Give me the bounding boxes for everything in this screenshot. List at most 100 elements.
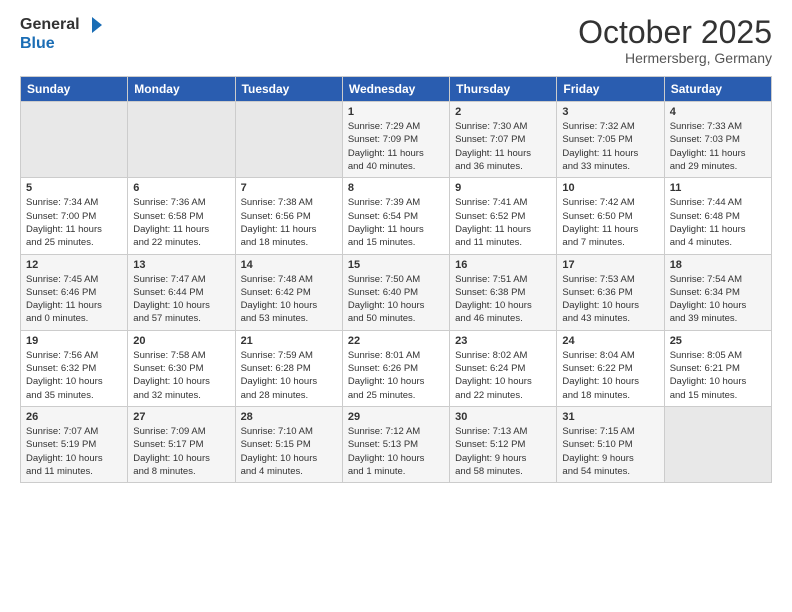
header-saturday: Saturday (664, 77, 771, 102)
day-info: Sunrise: 7:10 AM Sunset: 5:15 PM Dayligh… (241, 425, 337, 478)
calendar-week-2: 12 Sunrise: 7:45 AM Sunset: 6:46 PM Dayli… (21, 254, 772, 330)
table-row (21, 102, 128, 178)
table-row: 11Sunrise: 7:44 AM Sunset: 6:48 PM Dayli… (664, 178, 771, 254)
day-number: 28 (241, 411, 337, 423)
day-number: 26 (26, 411, 122, 423)
table-row: 15 Sunrise: 7:50 AM Sunset: 6:40 PM Dayli… (342, 254, 449, 330)
calendar-header-row: Sunday Monday Tuesday Wednesday Thursday… (21, 77, 772, 102)
day-info: Sunrise: 7:09 AM Sunset: 5:17 PM Dayligh… (133, 425, 229, 478)
day-number: 3 (562, 106, 658, 118)
day-info: Sunrise: 7:47 AM Sunset: 6:44 PM Dayligh… (133, 273, 229, 326)
day-number: 9 (455, 182, 551, 194)
day-number: 31 (562, 411, 658, 423)
logo-bird-icon (82, 15, 102, 35)
month-title: October 2025 (578, 15, 772, 50)
table-row: 8 Sunrise: 7:39 AM Sunset: 6:54 PM Daylig… (342, 178, 449, 254)
table-row: 28 Sunrise: 7:10 AM Sunset: 5:15 PM Dayli… (235, 406, 342, 482)
day-number: 27 (133, 411, 229, 423)
day-info: Sunrise: 7:58 AM Sunset: 6:30 PM Dayligh… (133, 349, 229, 402)
calendar-week-3: 19 Sunrise: 7:56 AM Sunset: 6:32 PM Dayli… (21, 330, 772, 406)
day-number: 20 (133, 335, 229, 347)
table-row: 31 Sunrise: 7:15 AM Sunset: 5:10 PM Dayli… (557, 406, 664, 482)
day-info: Sunrise: 7:50 AM Sunset: 6:40 PM Dayligh… (348, 273, 444, 326)
table-row: 4 Sunrise: 7:33 AM Sunset: 7:03 PM Daylig… (664, 102, 771, 178)
day-number: 21 (241, 335, 337, 347)
day-info: Sunrise: 7:12 AM Sunset: 5:13 PM Dayligh… (348, 425, 444, 478)
day-number: 30 (455, 411, 551, 423)
day-info: Sunrise: 7:33 AM Sunset: 7:03 PM Dayligh… (670, 120, 766, 173)
day-number: 24 (562, 335, 658, 347)
day-number: 8 (348, 182, 444, 194)
page: General Blue October 2025 Hermersberg, G… (0, 0, 792, 612)
table-row: 25 Sunrise: 8:05 AM Sunset: 6:21 PM Dayli… (664, 330, 771, 406)
table-row: 29 Sunrise: 7:12 AM Sunset: 5:13 PM Dayli… (342, 406, 449, 482)
day-info: Sunrise: 7:48 AM Sunset: 6:42 PM Dayligh… (241, 273, 337, 326)
day-info: Sunrise: 7:56 AM Sunset: 6:32 PM Dayligh… (26, 349, 122, 402)
day-number: 12 (26, 259, 122, 271)
day-info: Sunrise: 7:51 AM Sunset: 6:38 PM Dayligh… (455, 273, 551, 326)
table-row: 30 Sunrise: 7:13 AM Sunset: 5:12 PM Dayli… (450, 406, 557, 482)
table-row: 9 Sunrise: 7:41 AM Sunset: 6:52 PM Daylig… (450, 178, 557, 254)
day-info: Sunrise: 7:54 AM Sunset: 6:34 PM Dayligh… (670, 273, 766, 326)
day-number: 10 (562, 182, 658, 194)
table-row: 19 Sunrise: 7:56 AM Sunset: 6:32 PM Dayli… (21, 330, 128, 406)
day-number: 23 (455, 335, 551, 347)
day-number: 16 (455, 259, 551, 271)
location-subtitle: Hermersberg, Germany (578, 50, 772, 66)
table-row: 22Sunrise: 8:01 AM Sunset: 6:26 PM Dayli… (342, 330, 449, 406)
day-info: Sunrise: 7:41 AM Sunset: 6:52 PM Dayligh… (455, 196, 551, 249)
day-info: Sunrise: 7:32 AM Sunset: 7:05 PM Dayligh… (562, 120, 658, 173)
day-info: Sunrise: 7:42 AM Sunset: 6:50 PM Dayligh… (562, 196, 658, 249)
table-row: 17Sunrise: 7:53 AM Sunset: 6:36 PM Dayli… (557, 254, 664, 330)
table-row: 2Sunrise: 7:30 AM Sunset: 7:07 PM Daylig… (450, 102, 557, 178)
table-row: 16 Sunrise: 7:51 AM Sunset: 6:38 PM Dayli… (450, 254, 557, 330)
table-row: 1 Sunrise: 7:29 AM Sunset: 7:09 PM Daylig… (342, 102, 449, 178)
day-number: 25 (670, 335, 766, 347)
calendar-week-0: 1 Sunrise: 7:29 AM Sunset: 7:09 PM Daylig… (21, 102, 772, 178)
table-row: 7Sunrise: 7:38 AM Sunset: 6:56 PM Daylig… (235, 178, 342, 254)
logo-blue: Blue (20, 35, 102, 53)
day-number: 2 (455, 106, 551, 118)
table-row: 27 Sunrise: 7:09 AM Sunset: 5:17 PM Dayli… (128, 406, 235, 482)
header-wednesday: Wednesday (342, 77, 449, 102)
day-number: 18 (670, 259, 766, 271)
day-info: Sunrise: 7:34 AM Sunset: 7:00 PM Dayligh… (26, 196, 122, 249)
day-number: 15 (348, 259, 444, 271)
day-number: 4 (670, 106, 766, 118)
day-info: Sunrise: 7:44 AM Sunset: 6:48 PM Dayligh… (670, 196, 766, 249)
table-row: 10 Sunrise: 7:42 AM Sunset: 6:50 PM Dayli… (557, 178, 664, 254)
table-row: 26Sunrise: 7:07 AM Sunset: 5:19 PM Dayli… (21, 406, 128, 482)
table-row (664, 406, 771, 482)
day-info: Sunrise: 7:29 AM Sunset: 7:09 PM Dayligh… (348, 120, 444, 173)
table-row: 24Sunrise: 8:04 AM Sunset: 6:22 PM Dayli… (557, 330, 664, 406)
table-row: 18 Sunrise: 7:54 AM Sunset: 6:34 PM Dayli… (664, 254, 771, 330)
logo: General Blue (20, 15, 102, 53)
table-row: 13Sunrise: 7:47 AM Sunset: 6:44 PM Dayli… (128, 254, 235, 330)
day-info: Sunrise: 7:38 AM Sunset: 6:56 PM Dayligh… (241, 196, 337, 249)
day-number: 1 (348, 106, 444, 118)
day-info: Sunrise: 7:45 AM Sunset: 6:46 PM Dayligh… (26, 273, 122, 326)
day-number: 19 (26, 335, 122, 347)
day-info: Sunrise: 7:39 AM Sunset: 6:54 PM Dayligh… (348, 196, 444, 249)
calendar-week-4: 26Sunrise: 7:07 AM Sunset: 5:19 PM Dayli… (21, 406, 772, 482)
table-row (128, 102, 235, 178)
day-info: Sunrise: 8:05 AM Sunset: 6:21 PM Dayligh… (670, 349, 766, 402)
calendar-table: Sunday Monday Tuesday Wednesday Thursday… (20, 76, 772, 483)
table-row: 21 Sunrise: 7:59 AM Sunset: 6:28 PM Dayli… (235, 330, 342, 406)
day-info: Sunrise: 7:13 AM Sunset: 5:12 PM Dayligh… (455, 425, 551, 478)
day-info: Sunrise: 8:01 AM Sunset: 6:26 PM Dayligh… (348, 349, 444, 402)
table-row: 14Sunrise: 7:48 AM Sunset: 6:42 PM Dayli… (235, 254, 342, 330)
table-row: 12 Sunrise: 7:45 AM Sunset: 6:46 PM Dayli… (21, 254, 128, 330)
day-number: 6 (133, 182, 229, 194)
table-row: 3 Sunrise: 7:32 AM Sunset: 7:05 PM Daylig… (557, 102, 664, 178)
day-info: Sunrise: 7:15 AM Sunset: 5:10 PM Dayligh… (562, 425, 658, 478)
day-number: 29 (348, 411, 444, 423)
day-info: Sunrise: 7:59 AM Sunset: 6:28 PM Dayligh… (241, 349, 337, 402)
table-row: 23Sunrise: 8:02 AM Sunset: 6:24 PM Dayli… (450, 330, 557, 406)
title-block: October 2025 Hermersberg, Germany (578, 15, 772, 66)
header: General Blue October 2025 Hermersberg, G… (20, 15, 772, 66)
logo-general: General (20, 16, 80, 34)
logo-text-block: General Blue (20, 15, 102, 53)
header-sunday: Sunday (21, 77, 128, 102)
header-thursday: Thursday (450, 77, 557, 102)
